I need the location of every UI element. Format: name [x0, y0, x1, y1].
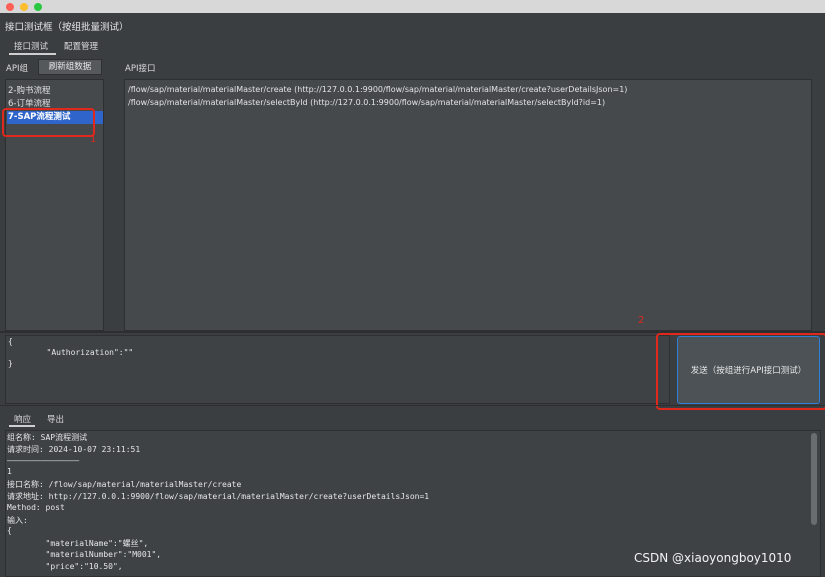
response-line: "price":"10.50",	[7, 561, 123, 571]
response-line: 输入:	[7, 515, 28, 525]
response-line: 请求地址: http://127.0.0.1:9900/flow/sap/mat…	[7, 492, 430, 501]
tab-interface-test[interactable]: 接口测试	[14, 40, 48, 52]
response-line: 接口名称: /flow/sap/material/materialMaster/…	[7, 480, 242, 490]
group-item-purchase-books[interactable]: 2-购书流程	[8, 84, 50, 96]
active-tab-indicator	[9, 53, 56, 55]
api-item-select-by-id[interactable]: /flow/sap/material/materialMaster/select…	[128, 98, 605, 107]
response-line: 1	[7, 467, 12, 477]
splitter[interactable]	[0, 331, 825, 333]
window-titlebar	[0, 0, 825, 13]
response-line: "materialName":"螺丝",	[7, 539, 149, 549]
close-window-icon[interactable]	[6, 3, 14, 11]
response-scrollbar[interactable]	[811, 433, 817, 525]
tab-config-management[interactable]: 配置管理	[64, 40, 98, 52]
divider	[0, 405, 825, 406]
response-line: {	[7, 526, 12, 536]
minimize-window-icon[interactable]	[20, 3, 28, 11]
tab-export[interactable]: 导出	[47, 413, 64, 425]
headers-line-1: {	[8, 337, 13, 346]
response-line: 请求时间: 2024-10-07 23:11:51	[7, 444, 141, 454]
annotation-number-2: 2	[638, 315, 645, 326]
api-interface-list	[124, 79, 812, 331]
response-line: 组名称: SAP流程测试	[7, 433, 88, 442]
api-interface-label: API接口	[125, 64, 156, 74]
tab-response[interactable]: 响应	[14, 413, 31, 425]
send-button[interactable]: 发送（按组进行API接口测试）	[677, 336, 820, 404]
zoom-window-icon[interactable]	[34, 3, 42, 11]
refresh-groups-button[interactable]: 刷新组数据	[38, 59, 102, 75]
watermark-text: CSDN @xiaoyongboy1010	[634, 551, 792, 565]
api-item-create[interactable]: /flow/sap/material/materialMaster/create…	[128, 85, 627, 94]
active-subtab-indicator	[9, 425, 35, 427]
headers-line-3: }	[8, 359, 13, 368]
group-item-order-flow[interactable]: 6-订单流程	[8, 97, 50, 109]
headers-line-2: "Authorization":""	[8, 348, 134, 357]
response-line: ———————————————	[7, 455, 80, 465]
annotation-number-1: 1	[90, 134, 97, 145]
send-button-label: 发送（按组进行API接口测试）	[690, 366, 807, 376]
api-group-label: API组	[6, 64, 28, 74]
window-title: 接口测试框（按组批量测试）	[5, 22, 129, 33]
response-line: Method: post	[7, 502, 65, 512]
response-line: "materialNumber":"M001",	[7, 550, 162, 559]
group-item-sap-flow-test[interactable]: 7-SAP流程测试	[7, 111, 103, 124]
headers-editor[interactable]	[5, 335, 670, 404]
